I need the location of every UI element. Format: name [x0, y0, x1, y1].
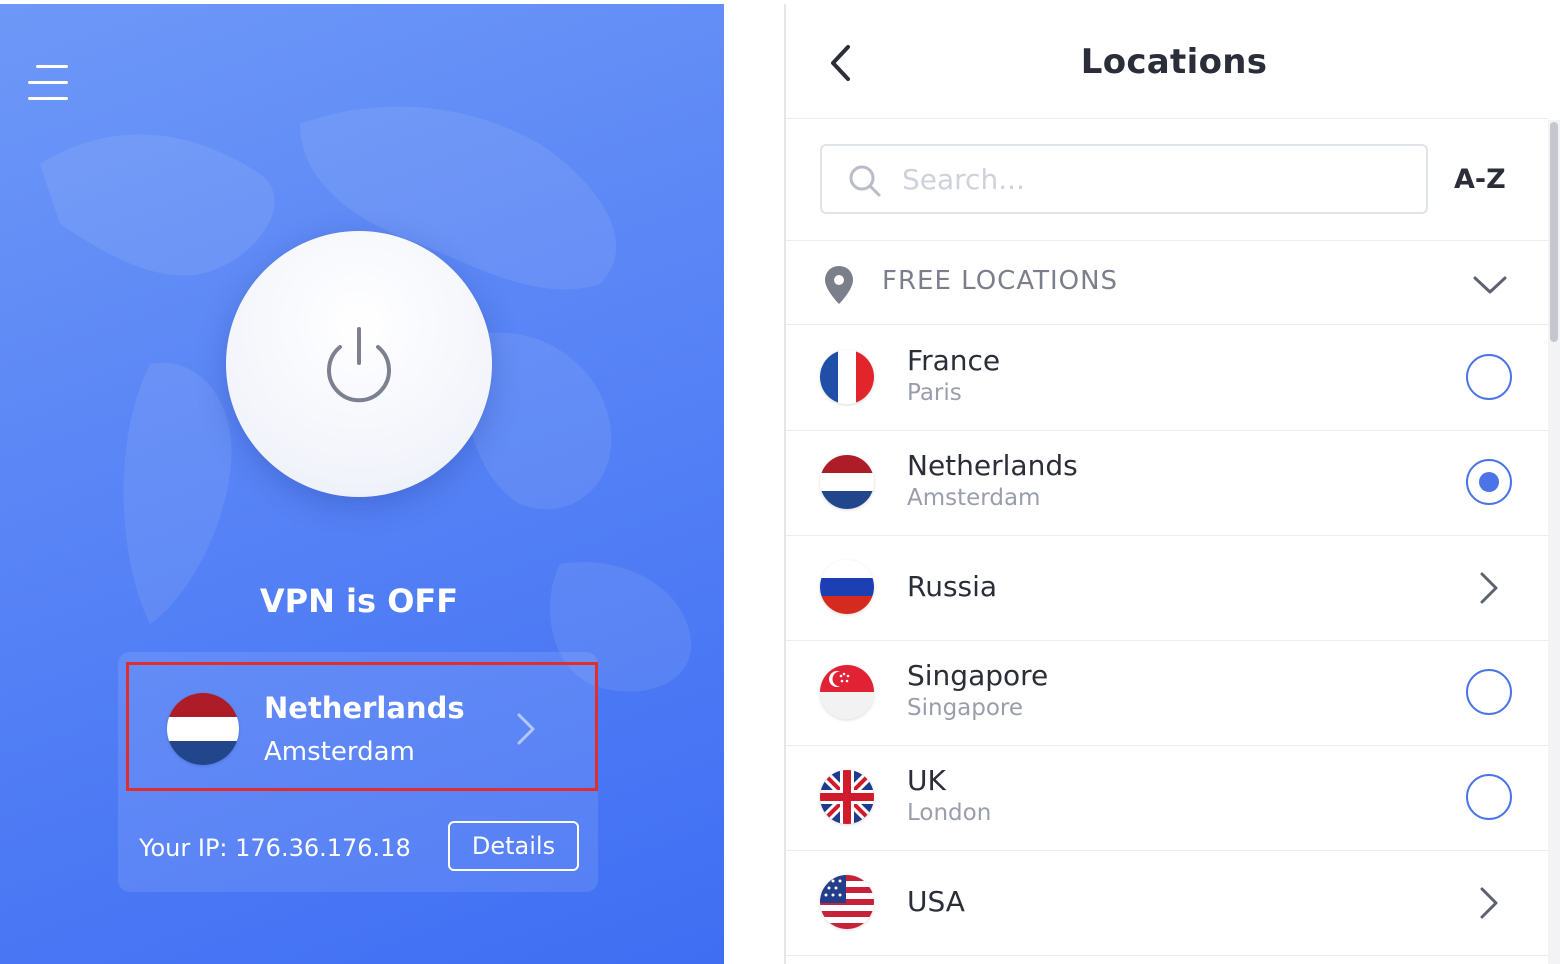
location-pin-icon [825, 266, 853, 304]
ip-address-text: Your IP: 176.36.176.18 [139, 834, 411, 862]
chevron-right-icon [517, 713, 535, 745]
chevron-right-icon [1480, 572, 1498, 604]
vpn-status-text: VPN is OFF [259, 582, 459, 620]
netherlands-flag-icon [167, 693, 239, 765]
uk-flag-icon [820, 770, 874, 824]
location-row-usa[interactable]: USA [786, 851, 1548, 955]
divider [786, 955, 1548, 956]
location-row-uk[interactable]: UK London [786, 746, 1548, 850]
search-input[interactable] [900, 156, 1404, 202]
selected-country: Netherlands [264, 691, 465, 725]
city-name: Singapore [907, 695, 1024, 721]
search-field[interactable] [820, 144, 1428, 214]
radio-button-selected[interactable] [1466, 459, 1512, 505]
chevron-right-icon [1480, 887, 1498, 919]
chevron-down-icon [1473, 276, 1507, 294]
scrollbar-thumb[interactable] [1550, 122, 1558, 342]
divider [786, 118, 1548, 119]
locations-panel: Locations A-Z FREE LOCATIONS France Pari… [784, 4, 1560, 964]
location-row-netherlands[interactable]: Netherlands Amsterdam [786, 431, 1548, 535]
location-row-russia[interactable]: Russia [786, 536, 1548, 640]
vpn-main-panel: VPN is OFF Netherlands Amsterdam Your IP… [0, 4, 724, 964]
power-icon [327, 327, 391, 403]
page-title: Locations [1080, 42, 1268, 82]
selected-location-button[interactable]: Netherlands Amsterdam [126, 662, 598, 791]
country-name: Russia [907, 570, 998, 603]
radio-button[interactable] [1466, 354, 1512, 400]
divider [786, 240, 1548, 241]
power-button[interactable] [226, 231, 492, 497]
sort-az-button[interactable]: A-Z [1454, 164, 1506, 195]
scrollbar[interactable] [1548, 120, 1560, 964]
russia-flag-icon [820, 560, 874, 614]
details-button[interactable]: Details [448, 821, 579, 871]
singapore-flag-icon [820, 665, 874, 719]
location-row-france[interactable]: France Paris [786, 326, 1548, 430]
search-icon [849, 165, 881, 197]
netherlands-flag-icon [820, 455, 874, 509]
france-flag-icon [820, 350, 874, 404]
country-name: USA [907, 885, 965, 918]
selected-city: Amsterdam [264, 737, 415, 767]
city-name: London [907, 800, 992, 826]
country-name: France [907, 344, 1001, 377]
menu-icon[interactable] [26, 62, 70, 102]
section-label: FREE LOCATIONS [882, 266, 1119, 296]
usa-flag-icon [820, 875, 874, 929]
country-name: Singapore [907, 659, 1049, 692]
divider [786, 324, 1548, 325]
radio-button[interactable] [1466, 669, 1512, 715]
city-name: Paris [907, 380, 962, 406]
free-locations-header[interactable]: FREE LOCATIONS [786, 242, 1548, 326]
city-name: Amsterdam [907, 485, 1041, 511]
location-row-singapore[interactable]: Singapore Singapore [786, 641, 1548, 745]
radio-button[interactable] [1466, 774, 1512, 820]
country-name: Netherlands [907, 449, 1078, 482]
country-name: UK [907, 764, 946, 797]
